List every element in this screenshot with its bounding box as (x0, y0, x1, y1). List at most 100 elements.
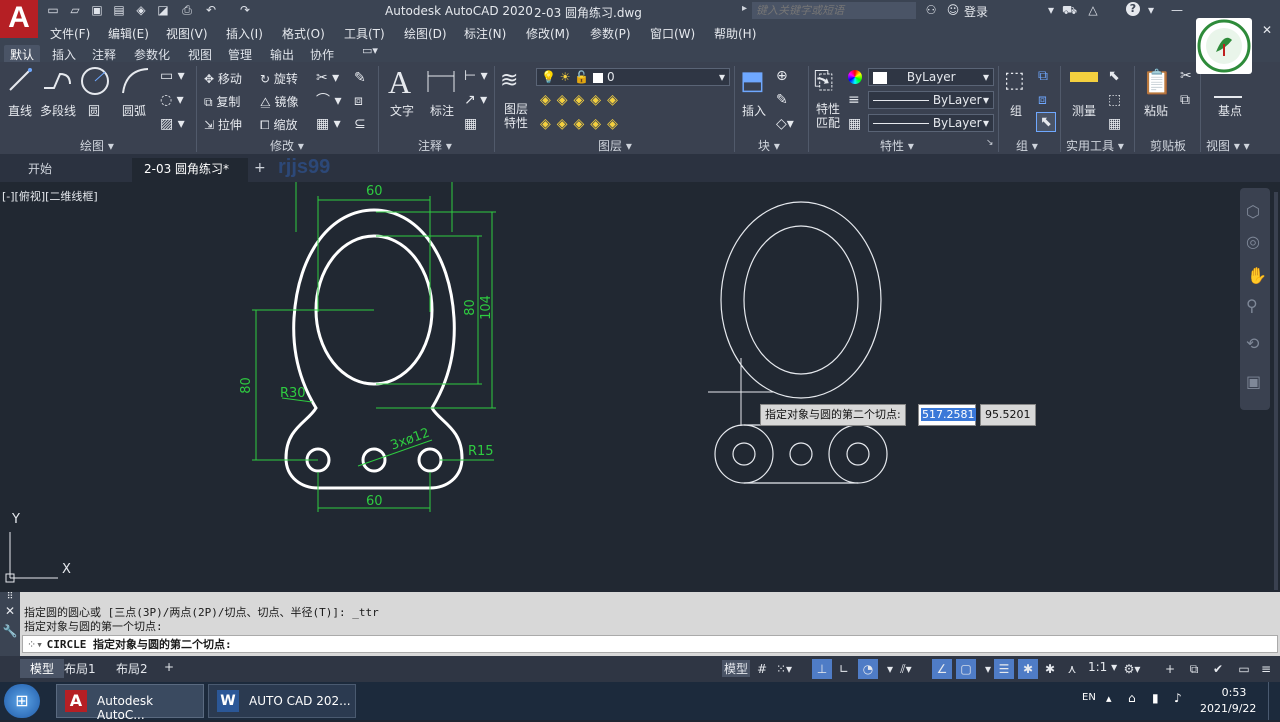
line-button[interactable]: 直线 (8, 102, 32, 119)
offset-icon[interactable]: ⊆ (354, 116, 366, 132)
annotation-scale-icon[interactable]: ⋏ (1062, 659, 1082, 679)
network-icon[interactable]: ▮ (1152, 691, 1159, 705)
clipboard-panel-title[interactable]: 剪贴板 (1150, 137, 1186, 154)
explode-icon[interactable]: ⧈ (354, 93, 363, 109)
save-as-icon[interactable]: ▤ (112, 3, 126, 17)
menu-item[interactable]: 参数(P) (590, 25, 631, 42)
pan-icon[interactable]: ✋ (1247, 266, 1267, 285)
close-icon[interactable]: ✕ (0, 604, 20, 618)
dimension-icon[interactable] (426, 68, 456, 94)
linetype-icon[interactable]: ≡ (848, 92, 860, 108)
erase-icon[interactable]: ✎ (354, 70, 366, 86)
fillet-icon[interactable]: ⌒ ▾ (316, 93, 341, 109)
customize-icon[interactable]: ≡ (1256, 659, 1276, 679)
menu-item[interactable]: 窗口(W) (650, 25, 695, 42)
open-file-icon[interactable]: ▱ (68, 3, 82, 17)
text-icon[interactable]: A (388, 64, 411, 101)
auto-scale-icon[interactable]: ✱ (1040, 659, 1060, 679)
polar-tracking-icon[interactable]: ◔ (858, 659, 878, 679)
base-button[interactable]: 基点 (1218, 102, 1242, 119)
menu-item[interactable]: 文件(F) (50, 25, 90, 42)
minimize-icon[interactable]: — (1170, 3, 1184, 17)
fullscreen-icon[interactable]: ▭ (1234, 659, 1254, 679)
showmotion-icon[interactable]: ▣ (1246, 372, 1261, 391)
help-button[interactable]: ? (1126, 2, 1140, 16)
cut-icon[interactable]: ✂ (1180, 68, 1192, 84)
match-properties-button[interactable]: 特性 匹配 (816, 102, 840, 130)
tab-layout2[interactable]: 布局2 (116, 660, 148, 677)
trim-icon[interactable]: ✂ ▾ (316, 70, 339, 86)
hatch-icon[interactable]: ◌ ▾ (160, 92, 184, 108)
table-icon[interactable]: ▦ (464, 116, 477, 132)
add-layout-icon[interactable]: + (164, 660, 174, 674)
app-menu-button[interactable]: A (0, 0, 38, 38)
match-properties-icon[interactable]: ⎘ (814, 66, 833, 94)
clock-time[interactable]: 0:53 (1214, 686, 1254, 699)
attribute-icon[interactable]: ◇▾ (776, 116, 794, 132)
usb-icon[interactable]: ⌂ (1128, 691, 1136, 705)
dimension-button[interactable]: 标注 (430, 102, 454, 119)
gradient-icon[interactable]: ▨ ▾ (160, 116, 185, 132)
new-file-icon[interactable]: ▭ (46, 3, 60, 17)
ribbon-toggle-icon[interactable]: ▭▾ (362, 44, 378, 57)
steering-wheel-icon[interactable]: ◎ (1246, 232, 1260, 251)
properties-panel-title[interactable]: 特性 ▾ (880, 137, 914, 154)
edit-block-icon[interactable]: ✎ (776, 92, 788, 108)
layer-properties-icon[interactable]: ≋ (500, 68, 518, 93)
close-icon[interactable]: ✕ (1262, 23, 1272, 37)
plot-icon[interactable]: ◪ (156, 3, 170, 17)
base-view-icon[interactable] (1214, 80, 1242, 98)
leader-icon[interactable]: ↗ ▾ (464, 92, 487, 108)
circle-icon[interactable] (80, 66, 110, 96)
quick-select-icon[interactable]: ⬚ (1108, 92, 1121, 108)
layer-tools-row1-icon[interactable]: ◈◈◈◈◈ (540, 92, 624, 108)
rotate-button[interactable]: ↻ 旋转 (260, 70, 298, 87)
volume-icon[interactable]: ♪ (1174, 691, 1182, 705)
copy-clip-icon[interactable]: ⧉ (1180, 92, 1190, 108)
layer-properties-button[interactable]: 图层 特性 (504, 102, 528, 130)
group-select-icon[interactable]: ⬉ (1036, 112, 1056, 132)
insert-button[interactable]: 插入 (742, 102, 766, 119)
help-dropdown-icon[interactable]: ▾ (1144, 3, 1158, 17)
login-link[interactable]: 登录 (964, 3, 988, 20)
layer-dropdown[interactable]: 💡 ☀ 🔓 0 ▾ (536, 68, 730, 86)
copy-button[interactable]: ⧉ 复制 (204, 93, 240, 110)
tab-model[interactable]: 模型 (20, 659, 65, 678)
menu-item[interactable]: 视图(V) (166, 25, 208, 42)
vertical-scrollbar[interactable] (1274, 192, 1278, 590)
menu-item[interactable]: 插入(I) (226, 25, 263, 42)
stretch-button[interactable]: ⇲ 拉伸 (204, 116, 242, 133)
drawing-canvas[interactable]: [-][俯视][二维线框] 60 80 104 80 R30 3xø12 R15… (0, 182, 1280, 592)
create-block-icon[interactable]: ⊕ (776, 68, 788, 84)
annotation-panel-title[interactable]: 注释 ▾ (418, 137, 452, 154)
add-icon[interactable]: + (1160, 659, 1180, 679)
web-save-icon[interactable]: ◈ (134, 3, 148, 17)
ortho-icon[interactable]: ∟ (834, 659, 854, 679)
select-similar-icon[interactable]: ⬉ (1108, 68, 1120, 84)
menu-item[interactable]: 格式(O) (282, 25, 325, 42)
menu-item[interactable]: 绘图(D) (404, 25, 447, 42)
color-dropdown[interactable]: ByLayer ▾ (868, 68, 994, 86)
coord-y-input[interactable]: 95.5201 (980, 404, 1036, 426)
command-window-handle[interactable]: ⠿ ✕ 🔧 (0, 592, 20, 656)
language-indicator[interactable]: EN (1082, 692, 1096, 703)
array-icon[interactable]: ▦ ▾ (316, 116, 341, 132)
object-snap-icon[interactable]: ▢ (956, 659, 976, 679)
lineweight-toggle-icon[interactable]: ☰ (994, 659, 1014, 679)
start-button[interactable]: ⊞ (4, 684, 40, 718)
tab-start[interactable]: 开始 (16, 158, 64, 182)
modify-panel-title[interactable]: 修改 ▾ (270, 137, 304, 154)
paste-icon[interactable]: 📋 (1142, 68, 1172, 96)
user-icon[interactable]: ☺ (946, 3, 960, 17)
lineweight-dropdown[interactable]: ByLayer ▾ (868, 114, 994, 132)
measure-button[interactable]: 测量 (1072, 102, 1096, 119)
polyline-icon[interactable] (42, 66, 72, 94)
wrench-icon[interactable]: 🔧 (0, 624, 20, 638)
tab-current-drawing[interactable]: 2-03 圆角练习* × (132, 158, 248, 198)
isolate-icon[interactable]: ✔ (1208, 659, 1228, 679)
workspace-gear-icon[interactable]: ⚙▾ (1122, 659, 1142, 679)
cart-icon[interactable]: ⛟ (1062, 3, 1077, 17)
object-snap-tracking-icon[interactable]: ∠ (932, 659, 952, 679)
linear-dim-icon[interactable]: ⊢ ▾ (464, 68, 488, 84)
menu-item[interactable]: 修改(M) (526, 25, 570, 42)
